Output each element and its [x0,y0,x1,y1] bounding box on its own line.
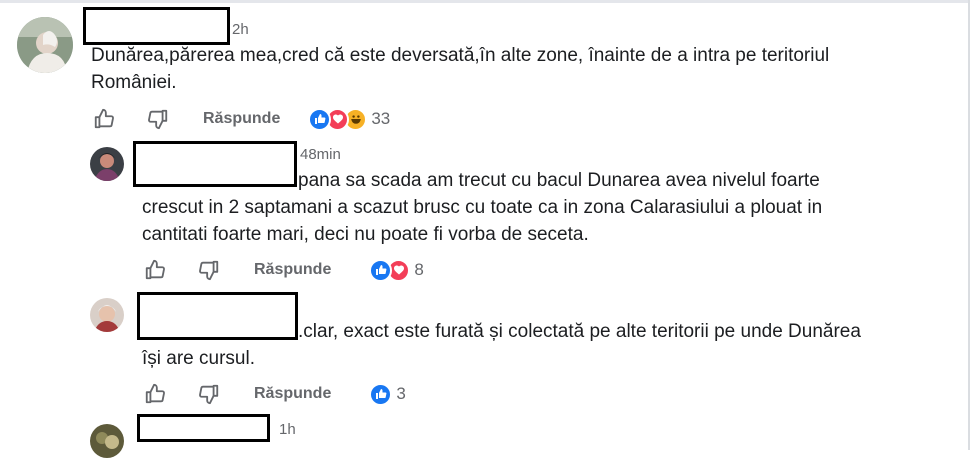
comment-text: crescut in 2 saptamani a scazut brusc cu… [142,194,822,248]
reaction-count: 33 [371,109,391,128]
avatar[interactable] [17,17,73,73]
reaction-summary[interactable]: 8 [369,258,424,282]
like-reaction-icon [369,382,393,406]
like-reaction-icon [369,258,393,282]
like-icon[interactable] [142,381,168,407]
avatar[interactable] [90,298,124,332]
dislike-icon[interactable] [196,381,222,407]
reaction-summary[interactable]: 3 [369,382,406,406]
dislike-icon[interactable] [196,257,222,283]
avatar[interactable] [90,424,124,458]
like-icon[interactable] [91,106,117,132]
reply-button[interactable]: Răspunde [254,261,331,279]
redacted-username [83,7,230,45]
reaction-summary[interactable]: 33 [308,107,391,131]
comment-timestamp[interactable]: 2h [232,21,249,38]
comment-text-line: României. [91,72,177,93]
comment-text: Dunărea,părerea mea,cred că este deversa… [91,42,829,96]
redacted-username [133,141,297,187]
top-divider [0,0,970,3]
comment-text-line: pana sa scada am trecut cu bacul Dunarea… [298,170,820,191]
reaction-count: 3 [396,384,406,403]
comment-timestamp[interactable]: 1h [279,421,296,438]
reaction-count: 8 [414,260,424,279]
reply-button[interactable]: Răspunde [254,385,331,403]
dislike-icon[interactable] [145,106,171,132]
comment-text-line: Dunărea,părerea mea,cred că este deversa… [91,45,830,66]
comment-text-line: cantitati foarte mari, deci nu poate fi … [142,224,589,245]
comment-text-line: își are cursul. [142,348,255,369]
comment-actions: Răspunde 33 [91,106,390,132]
cut-off-text-line [142,445,902,450]
like-icon[interactable] [142,257,168,283]
like-reaction-icon [308,107,332,131]
reply-button[interactable]: Răspunde [203,110,280,128]
redacted-username [137,292,298,340]
comment-actions: Răspunde 3 [142,381,406,407]
comment-actions: Răspunde 8 [142,257,424,283]
avatar[interactable] [90,147,124,181]
comment-text-line: crescut in 2 saptamani a scazut brusc cu… [142,197,823,218]
redacted-username [137,414,270,442]
comment-timestamp[interactable]: 48min [300,146,341,163]
comment-text-line: .clar, exact este furată și colectată pe… [298,321,861,342]
